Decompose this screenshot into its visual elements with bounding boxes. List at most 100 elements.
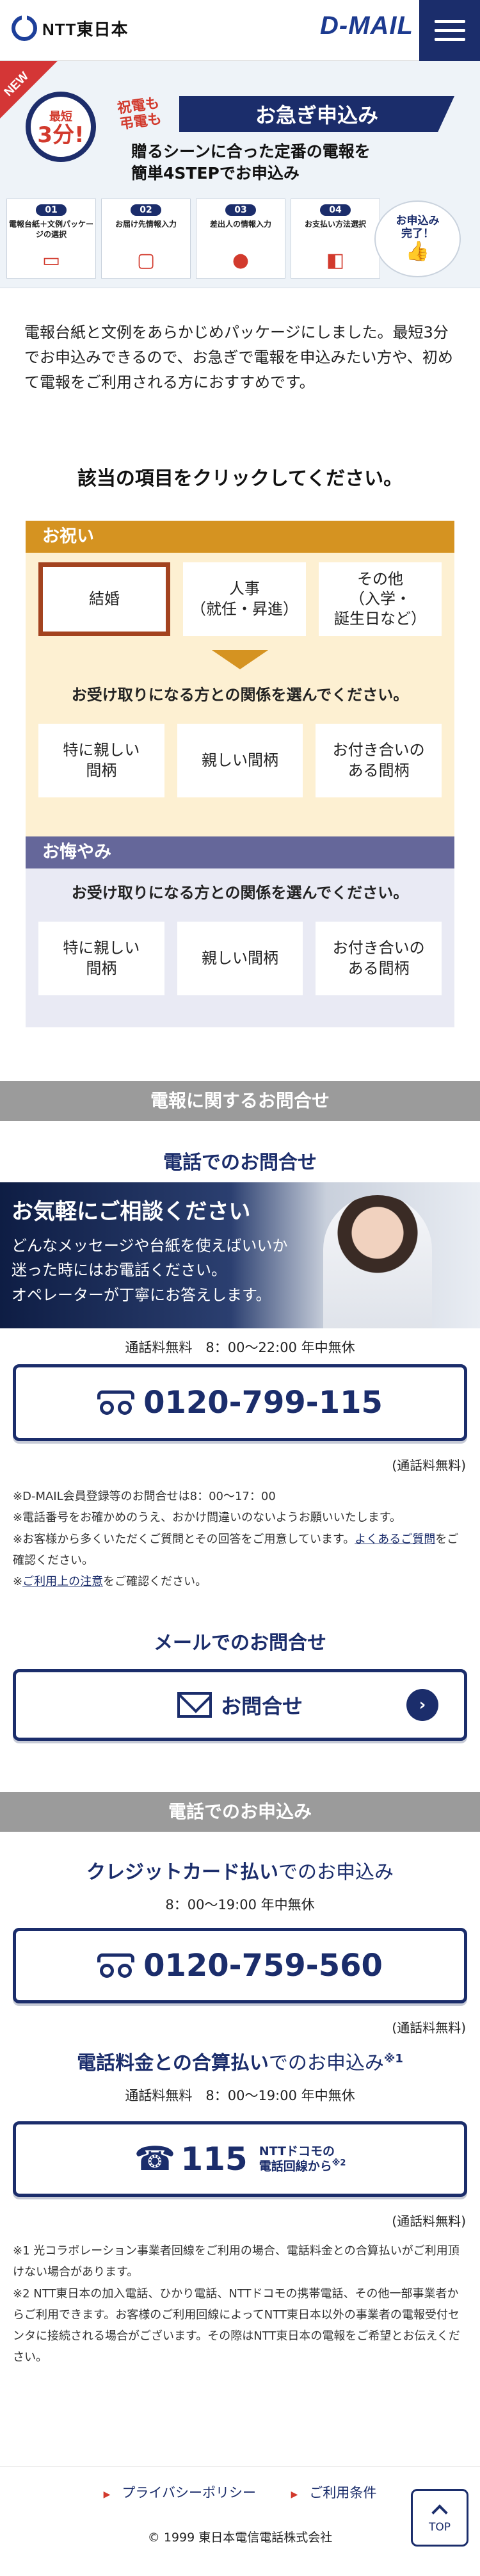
order-complete-badge: お申込み 完了！ 👍	[374, 200, 461, 277]
occasion-wedding-label: 結婚	[89, 589, 120, 608]
relation-very-close-label: 特に親しい 間柄	[63, 741, 140, 779]
monitor-icon: ▢	[136, 249, 156, 272]
hamburger-menu-icon-bar	[434, 38, 465, 41]
bill-tel-sub-line2-wrap: 電話回線から※2	[259, 2158, 346, 2174]
bill-tel-sub-line2: 電話回線から	[259, 2159, 332, 2174]
inquiry-tel-note: (通話料無料)	[392, 1458, 466, 1473]
hero-steps: 01 電報台紙＋文例パッケージの選択 ▭ 02 お届け先情報入力 ▢ 03 差出…	[6, 199, 380, 279]
hero-title: お急ぎ申込み	[179, 96, 454, 132]
credit-tel-button[interactable]: 0120-759-560	[13, 1928, 467, 2003]
occasion-promotion[interactable]: 人事 （就任・昇進）	[183, 562, 306, 636]
bill-tel-note: (通話料無料)	[392, 2213, 466, 2229]
hero-desc-line1: 贈るシーンに合った定番の電報を	[131, 142, 371, 161]
relation-acquaintance[interactable]: お付き合いの ある間柄	[316, 724, 442, 797]
occasion-other-label: その他 （入学・ 誕生日など）	[334, 569, 426, 628]
condolence-title: お悔やみ	[26, 836, 454, 868]
condolence-relation-question: お受け取りになる方との関係を選んでください。	[71, 884, 409, 902]
occasion-other[interactable]: その他 （入学・ 誕生日など）	[319, 562, 442, 636]
inquiry-hours: 通話料無料 8：00〜22:00 年中無休	[125, 1340, 355, 1355]
privacy-policy-label: プライバシーポリシー	[122, 2485, 256, 2500]
note-4-tail: をご確認ください。	[103, 1575, 207, 1589]
photo-text-line3: オペレーターが丁寧にお答えします。	[12, 1285, 271, 1304]
phone-order-band: 電話でのお申込み	[0, 1792, 480, 1832]
bill-tel-sub: NTTドコモの 電話回線から※2	[259, 2144, 346, 2174]
privacy-policy-link[interactable]: ▶ プライバシーポリシー	[96, 2485, 264, 2500]
copyright: © 1999 東日本電信電話株式会社	[147, 2531, 333, 2545]
credit-tel-note: (通話料無料)	[392, 2020, 466, 2035]
celebration-occasions: 結婚 人事 （就任・昇進） その他 （入学・ 誕生日など）	[38, 562, 442, 636]
inquiry-tel-button[interactable]: 0120-799-115	[13, 1364, 467, 1441]
wallet-icon: ◧	[326, 249, 345, 272]
terms-link[interactable]: ▶ ご利用条件	[284, 2485, 385, 2500]
celebration-panel: お祝い 結婚 人事 （就任・昇進） その他 （入学・ 誕生日など） お受け取りに…	[26, 521, 454, 836]
freedial-icon	[97, 1390, 135, 1415]
inquiry-band: 電報に関するお問合せ	[0, 1081, 480, 1121]
mail-inquiry-label: お問合せ	[220, 1694, 303, 1718]
step-1: 01 電報台紙＋文例パッケージの選択 ▭	[6, 199, 96, 279]
arrow-down-icon	[212, 650, 268, 669]
celebration-title: お祝い	[26, 521, 454, 553]
step-number: 03	[225, 204, 256, 216]
relation-close[interactable]: 親しい間柄	[177, 724, 303, 797]
back-to-top-button[interactable]: TOP	[411, 2489, 468, 2547]
footer-links: ▶ プライバシーポリシー ▶ ご利用条件	[0, 2482, 480, 2502]
chevron-right-icon: ›	[406, 1689, 438, 1721]
condolence-relation-very-close[interactable]: 特に親しい 間柄	[38, 922, 164, 995]
condolence-relations: 特に親しい 間柄 親しい間柄 お付き合いの ある間柄	[38, 922, 442, 995]
step-label: お支払い方法選択	[304, 220, 366, 229]
card-icon: ▭	[42, 249, 61, 272]
bill-hours: 通話料無料 8：00〜19:00 年中無休	[125, 2088, 355, 2103]
condolence-relation-close-label: 親しい間柄	[202, 949, 278, 967]
step-number: 02	[131, 204, 161, 216]
inquiry-tel-number: 0120-799-115	[143, 1385, 383, 1421]
clock-minutes-label: 3分!	[37, 122, 84, 148]
terms-label: ご利用条件	[309, 2485, 377, 2500]
bill-tel-sup: ※2	[332, 2158, 346, 2169]
triangle-right-icon: ▶	[291, 2490, 298, 2500]
person-icon: ●	[232, 249, 250, 272]
site-header: NTT東日本 D-MAIL	[0, 0, 480, 61]
quick-order-banner[interactable]: NEW 最短 3分! 祝電も 弔電も お急ぎ申込み 贈るシーンに合った定番の電報…	[0, 61, 480, 288]
celebration-relations: 特に親しい 間柄 親しい間柄 お付き合いの ある間柄	[38, 724, 442, 797]
hamburger-menu-icon-bar	[434, 29, 465, 32]
note-2: ※電話番号をお確かめのうえ、おかけ間違いのないようお願いいたします。	[13, 1511, 401, 1525]
relation-close-label: 親しい間柄	[202, 751, 278, 769]
faq-link[interactable]: よくあるご質問	[355, 1533, 435, 1546]
hamburger-menu-icon	[434, 20, 465, 23]
mail-inquiry-title: メールでのお問合せ	[154, 1632, 326, 1654]
usage-notes-link[interactable]: ご利用上の注意	[22, 1575, 103, 1588]
occasion-promotion-label: 人事 （就任・昇進）	[191, 580, 298, 618]
step-label: 電報台紙＋文例パッケージの選択	[8, 220, 93, 239]
step-3: 03 差出人の情報入力 ●	[196, 199, 285, 279]
condolence-relation-acquaintance-label: お付き合いの ある間柄	[332, 939, 425, 977]
ntt-east-logo[interactable]: NTT東日本	[12, 15, 129, 41]
relation-very-close[interactable]: 特に親しい 間柄	[38, 724, 164, 797]
note-1: ※D-MAIL会員登録等のお問合せは8：00〜17：00	[13, 1490, 276, 1503]
condolence-relation-acquaintance[interactable]: お付き合いの ある間柄	[316, 922, 442, 995]
photo-text-line2: 迷った時にはお電話ください。	[12, 1261, 227, 1280]
done-line1: お申込み	[396, 214, 440, 227]
mail-inquiry-button[interactable]: お問合せ ›	[13, 1669, 467, 1741]
bill-tel-number: 115	[180, 2140, 248, 2178]
dmail-logo[interactable]: D-MAIL	[320, 12, 413, 40]
note-3: ※お客様から多くいただくご質問とその回答をご用意しています。よくあるご質問をご確…	[13, 1529, 467, 1572]
credit-title-bold: クレジットカード払い	[86, 1861, 278, 1884]
occasion-wedding[interactable]: 結婚	[38, 562, 170, 636]
step-number: 01	[36, 204, 67, 216]
bill-tel-button[interactable]: ☎ 115 NTTドコモの 電話回線から※2	[13, 2121, 467, 2197]
photo-title: お気軽にご相談ください	[12, 1199, 251, 1225]
bill-tel-sub-line1: NTTドコモの	[259, 2144, 335, 2158]
back-to-top-label: TOP	[428, 2521, 451, 2534]
condolence-relation-close[interactable]: 親しい間柄	[177, 922, 303, 995]
bill-title-rest: でのお申込み	[268, 2052, 384, 2075]
credit-title-rest: でのお申込み	[278, 1861, 394, 1884]
hero-description: 贈るシーンに合った定番の電報を 簡単4STEPでお申込み	[131, 141, 371, 184]
footnote-2: ※2 NTT東日本の加入電話、ひかり電話、NTTドコモの携帯電話、その他一部事業…	[13, 2287, 460, 2365]
bill-order-title: 電話料金との合算払いでのお申込み※1	[0, 2047, 480, 2075]
photo-text-line1: どんなメッセージや台紙を使えばいいか	[12, 1237, 288, 1255]
menu-button[interactable]	[419, 0, 480, 61]
intro-text: 電報台紙と文例をあらかじめパッケージにしました。最短3分でお申込みできるので、お…	[24, 323, 453, 391]
thumbs-up-icon: 👍	[405, 240, 430, 263]
operator-photo: お気軽にご相談ください どんなメッセージや台紙を使えばいいか 迷った時にはお電話…	[0, 1182, 480, 1328]
celebration-relation-question: お受け取りになる方との関係を選んでください。	[71, 686, 409, 704]
